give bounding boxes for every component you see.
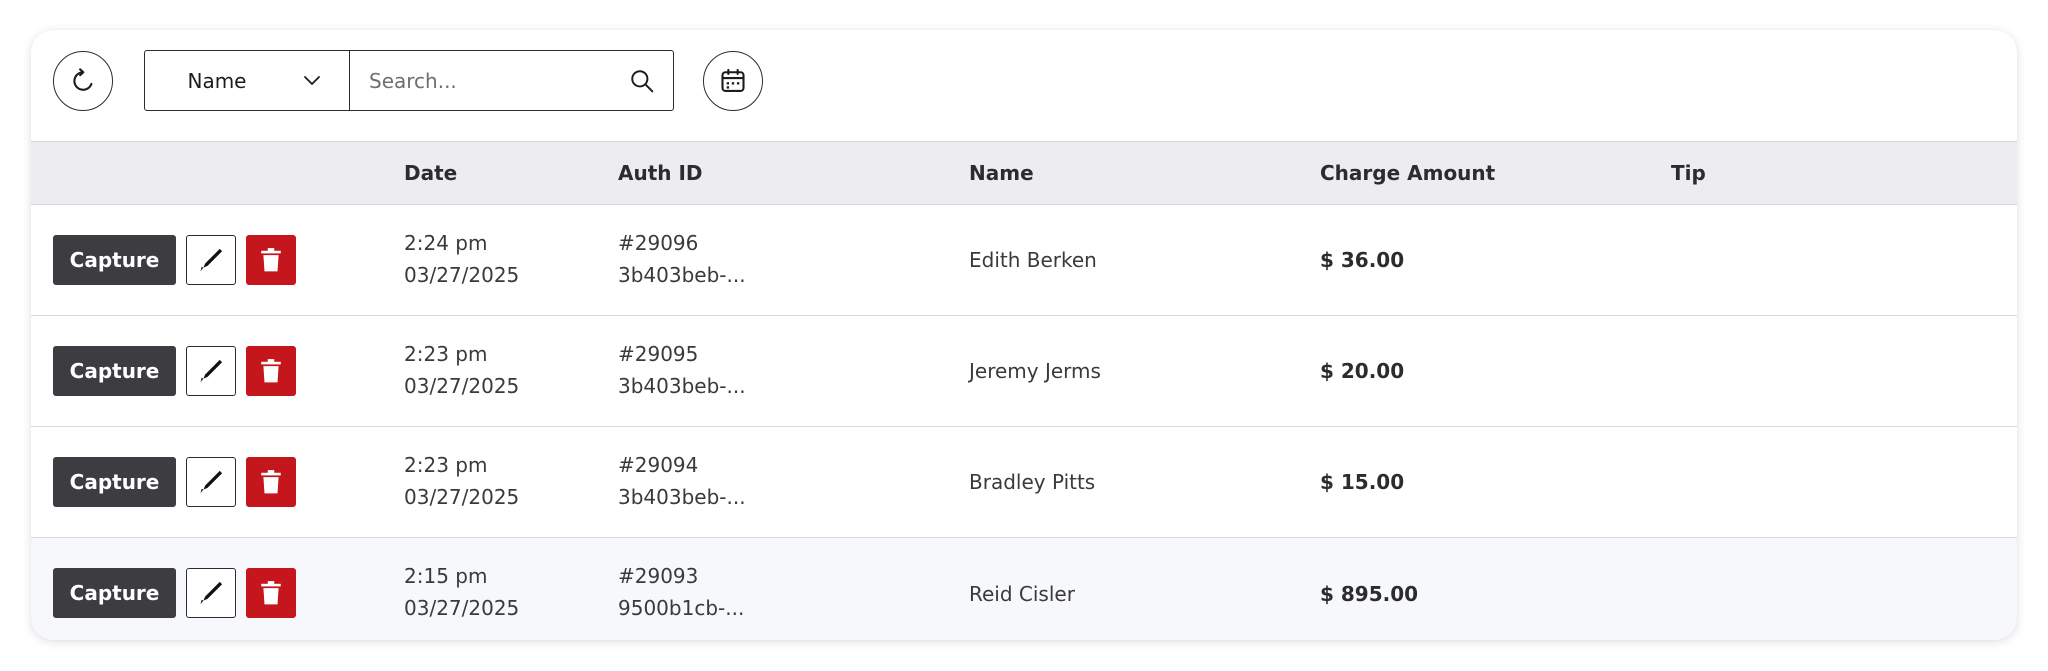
auth-id-cell: #29095 3b403beb-... xyxy=(618,338,746,402)
trash-icon xyxy=(261,581,281,605)
time-text: 2:23 pm xyxy=(404,342,488,366)
auth-hash-text: 3b403beb-... xyxy=(618,485,746,509)
charge-amount-cell: $ 895.00 xyxy=(1320,581,1419,606)
table-row: Capture 2:23 pm 03/27/2025 #29094 3b403b… xyxy=(31,427,2017,538)
charge-amount-cell: $ 36.00 xyxy=(1320,248,1405,272)
name-cell: Jeremy Jerms xyxy=(969,359,1101,383)
table-row: Capture 2:24 pm 03/27/2025 #29096 3b403b… xyxy=(31,205,2017,316)
date-cell: 2:15 pm 03/27/2025 xyxy=(404,560,519,624)
trash-icon xyxy=(261,470,281,494)
auth-hash-text: 3b403beb-... xyxy=(618,263,746,287)
column-header-date: Date xyxy=(404,161,458,185)
auth-id-cell: #29093 9500b1cb-... xyxy=(618,560,744,624)
trash-icon xyxy=(261,248,281,272)
time-text: 2:24 pm xyxy=(404,231,488,255)
auth-number-text: #29096 xyxy=(618,231,699,255)
date-cell: 2:23 pm 03/27/2025 xyxy=(404,338,519,402)
pencil-icon xyxy=(200,581,223,605)
auth-number-text: #29093 xyxy=(618,564,699,588)
column-header-charge-amount: Charge Amount xyxy=(1320,161,1496,185)
edit-button[interactable] xyxy=(186,235,236,285)
time-text: 2:23 pm xyxy=(404,453,488,477)
table-row: Capture 2:23 pm 03/27/2025 #29095 3b403b… xyxy=(31,316,2017,427)
filter-field-select[interactable]: Name xyxy=(145,51,350,110)
date-text: 03/27/2025 xyxy=(404,374,520,398)
auth-number-text: #29094 xyxy=(618,453,699,477)
name-cell: Bradley Pitts xyxy=(969,470,1096,494)
auth-id-cell: #29096 3b403beb-... xyxy=(618,227,746,291)
column-header-name: Name xyxy=(969,161,1034,185)
capture-button[interactable]: Capture xyxy=(53,346,176,396)
delete-button[interactable] xyxy=(246,235,296,285)
search-field xyxy=(350,51,673,110)
date-text: 03/27/2025 xyxy=(404,263,520,287)
table-row: Capture 2:15 pm 03/27/2025 #29093 9500b1… xyxy=(31,538,2017,640)
pencil-icon xyxy=(200,248,223,272)
refresh-icon xyxy=(73,68,93,91)
filter-field-value: Name xyxy=(187,68,247,93)
auth-hash-text: 9500b1cb-... xyxy=(618,596,745,620)
delete-button[interactable] xyxy=(246,346,296,396)
column-header-tip: Tip xyxy=(1671,161,1706,185)
search-input[interactable] xyxy=(369,68,609,93)
auth-hash-text: 3b403beb-... xyxy=(618,374,746,398)
capture-button[interactable]: Capture xyxy=(53,568,176,618)
pencil-icon xyxy=(200,359,223,383)
capture-button[interactable]: Capture xyxy=(53,235,176,285)
auth-number-text: #29095 xyxy=(618,342,699,366)
refresh-button[interactable] xyxy=(53,51,113,111)
capture-button[interactable]: Capture xyxy=(53,457,176,507)
toolbar: Name xyxy=(31,30,2017,141)
time-text: 2:15 pm xyxy=(404,564,488,588)
charge-amount-cell: $ 20.00 xyxy=(1320,359,1405,383)
calendar-icon xyxy=(721,68,745,92)
auth-id-cell: #29094 3b403beb-... xyxy=(618,449,746,513)
trash-icon xyxy=(261,359,281,383)
date-filter-button[interactable] xyxy=(703,51,763,111)
edit-button[interactable] xyxy=(186,346,236,396)
pencil-icon xyxy=(200,470,223,494)
column-header-auth-id: Auth ID xyxy=(618,161,703,185)
name-cell: Edith Berken xyxy=(969,248,1097,272)
charge-amount-cell: $ 15.00 xyxy=(1320,470,1405,494)
transactions-card: Name Search... Date Auth ID Name Charge … xyxy=(31,30,2017,640)
table-header: Date Auth ID Name Charge Amount Tip xyxy=(31,141,2017,205)
date-cell: 2:23 pm 03/27/2025 xyxy=(404,449,519,513)
edit-button[interactable] xyxy=(186,568,236,618)
date-text: 03/27/2025 xyxy=(404,596,520,620)
date-cell: 2:24 pm 03/27/2025 xyxy=(404,227,519,291)
delete-button[interactable] xyxy=(246,568,296,618)
search-icon[interactable] xyxy=(629,68,655,94)
edit-button[interactable] xyxy=(186,457,236,507)
delete-button[interactable] xyxy=(246,457,296,507)
name-cell: Reid Cisler xyxy=(969,581,1075,606)
search-filter-group: Name xyxy=(144,50,674,111)
date-text: 03/27/2025 xyxy=(404,485,520,509)
chevron-down-icon xyxy=(303,75,320,85)
